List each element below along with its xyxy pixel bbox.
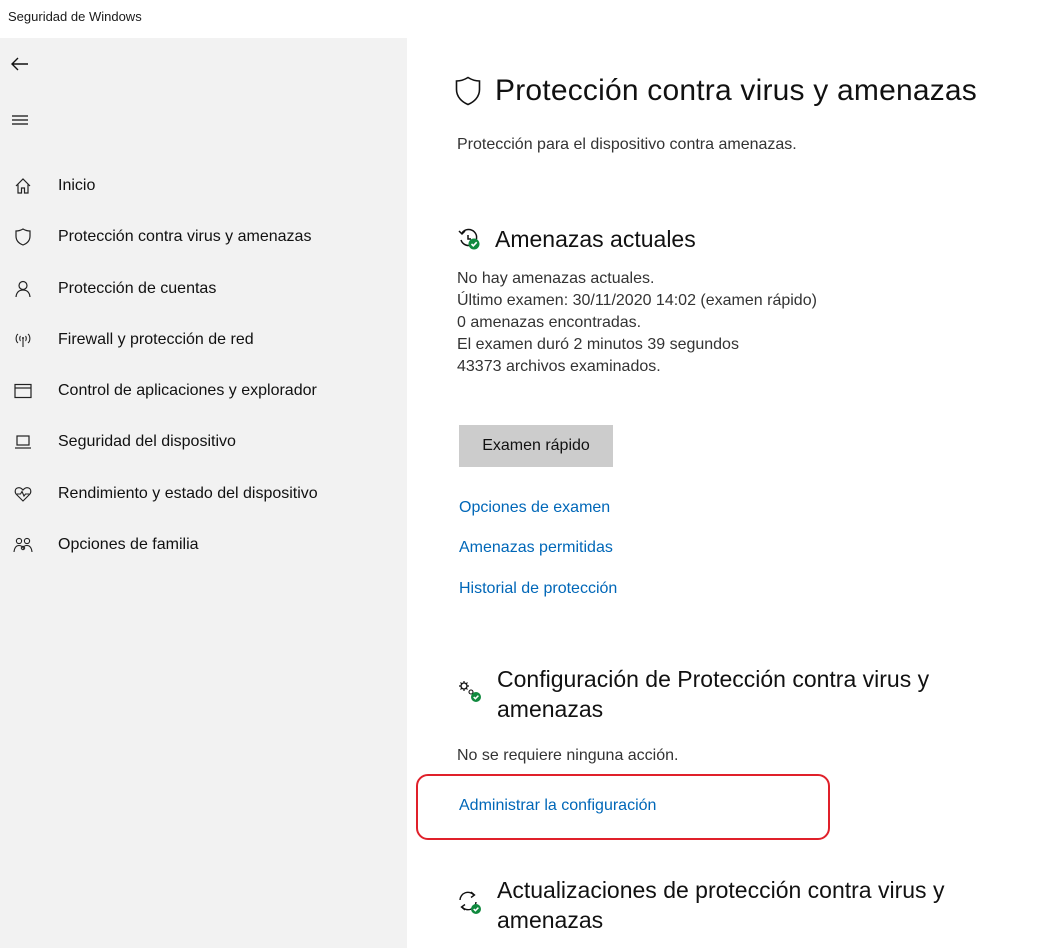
section-title: Actualizaciones de protección contra vir… (497, 877, 945, 903)
sidebar-item-label: Inicio (58, 177, 96, 194)
person-icon (8, 280, 38, 298)
family-icon (8, 537, 38, 553)
window-title: Seguridad de Windows (8, 9, 142, 24)
updates-header: Actualizaciones de protección contra vir… (457, 875, 944, 935)
sidebar-item-label: Protección contra virus y amenazas (58, 228, 312, 245)
main-content: Protección contra virus y amenazas Prote… (407, 38, 1056, 948)
quick-scan-button[interactable]: Examen rápido (459, 425, 613, 467)
home-icon (8, 177, 38, 195)
sidebar-item-label: Seguridad del dispositivo (58, 433, 236, 450)
section-title-cont: amenazas (497, 696, 604, 722)
sidebar-item-label: Opciones de familia (58, 536, 199, 553)
sidebar: Inicio Protección contra virus y amenaza… (0, 38, 407, 948)
allowed-threats-link[interactable]: Amenazas permitidas (459, 539, 613, 557)
hamburger-icon (12, 115, 28, 125)
sidebar-item-label: Rendimiento y estado del dispositivo (58, 485, 318, 502)
shield-icon (8, 228, 38, 246)
sidebar-item-family-options[interactable]: Opciones de familia (0, 525, 407, 565)
sidebar-item-app-browser-control[interactable]: Control de aplicaciones y explorador (0, 371, 407, 411)
settings-status-text: No se requiere ninguna acción. (457, 747, 679, 764)
section-title: Configuración de Protección contra virus… (497, 666, 930, 692)
sidebar-item-inicio[interactable]: Inicio (0, 166, 407, 206)
sidebar-item-label: Firewall y protección de red (58, 331, 254, 348)
sidebar-item-device-security[interactable]: Seguridad del dispositivo (0, 422, 407, 462)
sidebar-item-accounts[interactable]: Protección de cuentas (0, 269, 407, 309)
scan-options-link[interactable]: Opciones de examen (459, 499, 610, 517)
scan-duration-text: El examen duró 2 minutos 39 segundos (457, 336, 739, 353)
threat-status-text: No hay amenazas actuales. (457, 270, 655, 287)
heart-pulse-icon (8, 486, 38, 502)
settings-header: Configuración de Protección contra virus… (457, 664, 929, 724)
page-header: Protección contra virus y amenazas (455, 74, 977, 108)
browser-window-icon (8, 383, 38, 399)
menu-button[interactable] (0, 100, 40, 140)
sidebar-item-device-performance[interactable]: Rendimiento y estado del dispositivo (0, 474, 407, 514)
title-bar: Seguridad de Windows (0, 0, 1056, 38)
sidebar-item-virus-protection[interactable]: Protección contra virus y amenazas (0, 217, 407, 257)
section-title-cont: amenazas (497, 907, 604, 933)
wifi-signal-icon (8, 332, 38, 348)
protection-history-link[interactable]: Historial de protección (459, 580, 617, 598)
last-scan-text: Último examen: 30/11/2020 14:02 (examen … (457, 292, 817, 309)
gears-check-icon (459, 681, 481, 702)
highlight-annotation (416, 774, 830, 840)
files-scanned-text: 43373 archivos examinados. (457, 358, 661, 375)
shield-icon (455, 76, 481, 106)
back-arrow-icon (11, 57, 28, 71)
section-title: Amenazas actuales (495, 226, 696, 252)
sidebar-item-firewall[interactable]: Firewall y protección de red (0, 320, 407, 360)
back-button[interactable] (0, 44, 40, 84)
current-threats-header: Amenazas actuales (457, 224, 696, 254)
threats-found-text: 0 amenazas encontradas. (457, 314, 642, 331)
laptop-icon (8, 434, 38, 450)
history-check-icon (458, 228, 480, 250)
sidebar-item-label: Control de aplicaciones y explorador (58, 382, 317, 399)
page-subtitle: Protección para el dispositivo contra am… (457, 136, 797, 153)
sidebar-item-label: Protección de cuentas (58, 280, 217, 297)
page-title: Protección contra virus y amenazas (495, 74, 978, 107)
refresh-check-icon (459, 891, 481, 914)
